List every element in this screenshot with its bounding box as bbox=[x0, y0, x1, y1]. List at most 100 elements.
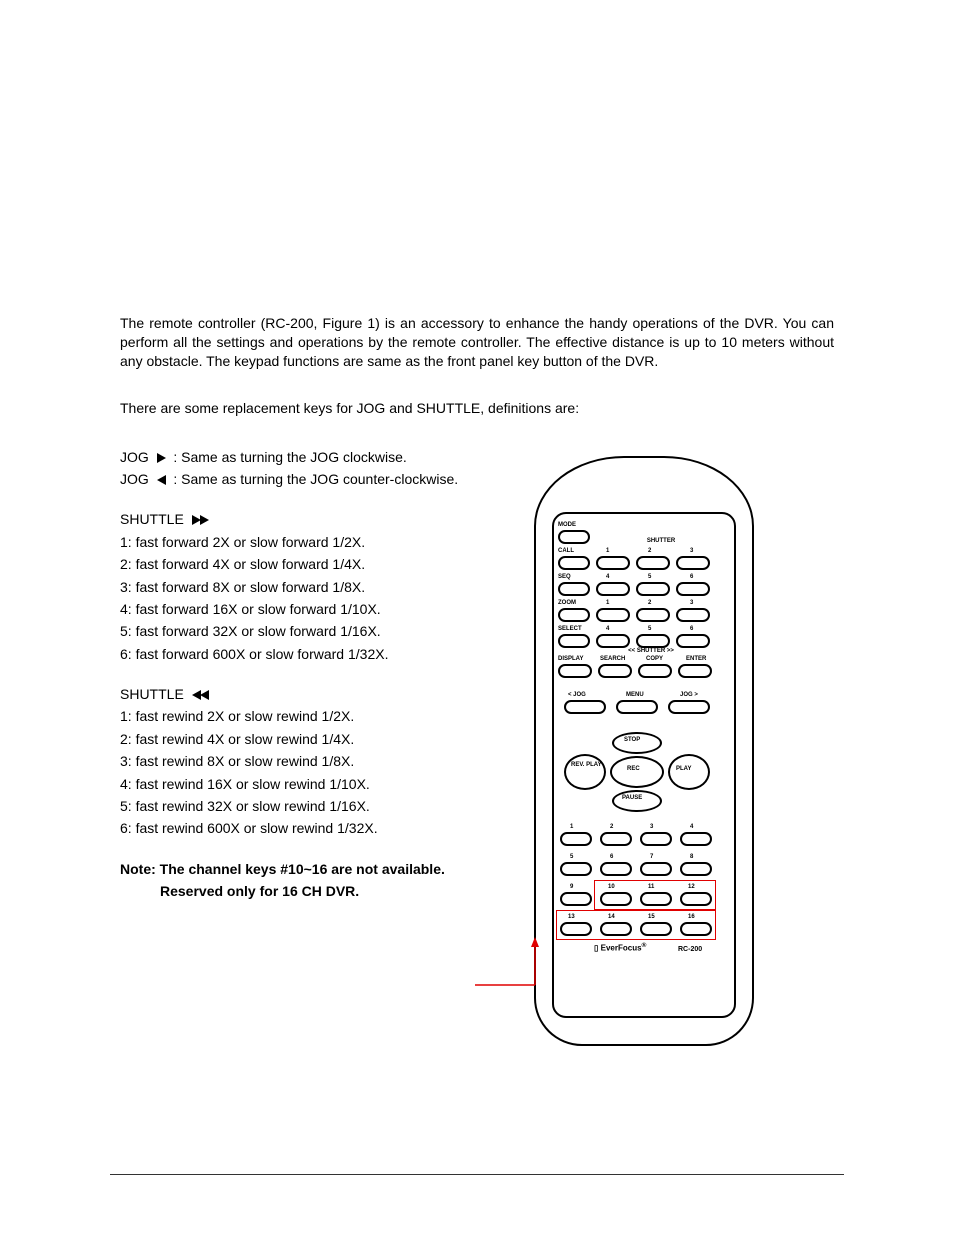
list-item: 3: fast rewind 8X or slow rewind 1/8X. bbox=[120, 750, 490, 772]
num-label: 6 bbox=[690, 574, 693, 580]
jog-cw-text: : Same as turning the JOG clockwise. bbox=[173, 449, 406, 465]
remote-button bbox=[636, 608, 670, 622]
definitions-column: JOG : Same as turning the JOG clockwise.… bbox=[120, 446, 490, 1046]
num-label: 4 bbox=[606, 626, 609, 632]
model-label: RC-200 bbox=[678, 946, 702, 953]
manual-page: The remote controller (RC-200, Figure 1)… bbox=[0, 0, 954, 1235]
label-jog-left: < JOG bbox=[568, 692, 586, 698]
remote-button bbox=[636, 634, 670, 648]
label-revplay: REV. PLAY bbox=[571, 762, 597, 768]
num-label: 3 bbox=[650, 824, 653, 830]
label-display: DISPLAY bbox=[558, 656, 583, 662]
label-shutter2: << SHUTTER >> bbox=[616, 648, 686, 654]
remote-button bbox=[678, 664, 712, 678]
note-line-1: Note: The channel keys #10~16 are not av… bbox=[120, 858, 490, 880]
jog-ccw-text: : Same as turning the JOG counter-clockw… bbox=[173, 471, 458, 487]
remote-button bbox=[636, 556, 670, 570]
list-item: 3: fast forward 8X or slow forward 1/8X. bbox=[120, 576, 490, 598]
remote-button bbox=[668, 700, 710, 714]
num-label: 6 bbox=[690, 626, 693, 632]
label-pause: PAUSE bbox=[622, 795, 642, 801]
label-call: CALL bbox=[558, 548, 574, 554]
list-item: 2: fast forward 4X or slow forward 1/4X. bbox=[120, 553, 490, 575]
remote-button bbox=[636, 582, 670, 596]
red-highlight-box bbox=[594, 880, 716, 910]
remote-button bbox=[560, 832, 592, 846]
num-label: 3 bbox=[690, 600, 693, 606]
num-label: 5 bbox=[570, 854, 573, 860]
num-label: 1 bbox=[606, 600, 609, 606]
list-item: 4: fast rewind 16X or slow rewind 1/10X. bbox=[120, 773, 490, 795]
jog-cw-line: JOG : Same as turning the JOG clockwise. bbox=[120, 446, 490, 468]
shuttle-ff-heading: SHUTTLE bbox=[120, 508, 490, 530]
remote-button bbox=[558, 664, 592, 678]
remote-button bbox=[596, 634, 630, 648]
num-label: 4 bbox=[606, 574, 609, 580]
remote-button bbox=[616, 700, 658, 714]
intro-paragraph: The remote controller (RC-200, Figure 1)… bbox=[120, 314, 834, 371]
list-item: 4: fast forward 16X or slow forward 1/10… bbox=[120, 598, 490, 620]
num-label: 3 bbox=[690, 548, 693, 554]
shuttle-label: SHUTTLE bbox=[120, 686, 184, 702]
replacement-paragraph: There are some replacement keys for JOG … bbox=[120, 399, 834, 418]
label-mode: MODE bbox=[558, 522, 576, 528]
label-jog-right: JOG > bbox=[680, 692, 698, 698]
remote-button bbox=[676, 582, 710, 596]
list-item: 5: fast rewind 32X or slow rewind 1/16X. bbox=[120, 795, 490, 817]
num-label: 6 bbox=[610, 854, 613, 860]
triangle-right-icon bbox=[157, 453, 166, 463]
remote-button bbox=[640, 832, 672, 846]
remote-button bbox=[676, 556, 710, 570]
note-line-2: Reserved only for 16 CH DVR. bbox=[120, 880, 490, 902]
remote-button bbox=[600, 862, 632, 876]
remote-button bbox=[680, 862, 712, 876]
remote-button bbox=[596, 608, 630, 622]
remote-button bbox=[564, 754, 606, 790]
label-search: SEARCH bbox=[600, 656, 625, 662]
list-item: 5: fast forward 32X or slow forward 1/16… bbox=[120, 620, 490, 642]
red-highlight-box bbox=[556, 910, 716, 940]
num-label: 7 bbox=[650, 854, 653, 860]
jog-ccw-line: JOG : Same as turning the JOG counter-cl… bbox=[120, 468, 490, 490]
label-play: PLAY bbox=[676, 766, 691, 772]
label-enter: ENTER bbox=[686, 656, 706, 662]
list-item: 2: fast rewind 4X or slow rewind 1/4X. bbox=[120, 728, 490, 750]
num-label: 5 bbox=[648, 626, 651, 632]
label-zoom: ZOOM bbox=[558, 600, 576, 606]
remote-button bbox=[612, 790, 662, 812]
list-item: 6: fast forward 600X or slow forward 1/3… bbox=[120, 643, 490, 665]
double-triangle-right-icon bbox=[192, 511, 208, 527]
num-label: 9 bbox=[570, 884, 573, 890]
remote-button bbox=[600, 832, 632, 846]
jog-label: JOG bbox=[120, 471, 149, 487]
content-columns: JOG : Same as turning the JOG clockwise.… bbox=[120, 446, 834, 1046]
remote-button bbox=[668, 754, 710, 790]
label-rec: REC bbox=[627, 766, 640, 772]
jog-label: JOG bbox=[120, 449, 149, 465]
list-item: 6: fast rewind 600X or slow rewind 1/32X… bbox=[120, 817, 490, 839]
num-label: 5 bbox=[648, 574, 651, 580]
shuttle-rr-heading: SHUTTLE bbox=[120, 683, 490, 705]
num-label: 2 bbox=[648, 600, 651, 606]
page-footer-rule bbox=[110, 1174, 844, 1175]
remote-button bbox=[612, 732, 662, 754]
shuttle-label: SHUTTLE bbox=[120, 511, 184, 527]
triangle-left-icon bbox=[157, 475, 166, 485]
label-shutter: SHUTTER bbox=[616, 538, 706, 544]
list-item: 1: fast rewind 2X or slow rewind 1/2X. bbox=[120, 705, 490, 727]
label-select: SELECT bbox=[558, 626, 582, 632]
remote-button bbox=[560, 862, 592, 876]
remote-button bbox=[558, 634, 590, 648]
num-label: 2 bbox=[648, 548, 651, 554]
remote-button bbox=[596, 556, 630, 570]
remote-button bbox=[558, 556, 590, 570]
remote-button bbox=[598, 664, 632, 678]
label-menu: MENU bbox=[626, 692, 644, 698]
remote-button bbox=[680, 832, 712, 846]
list-item: 1: fast forward 2X or slow forward 1/2X. bbox=[120, 531, 490, 553]
remote-button bbox=[558, 530, 590, 544]
label-stop: STOP bbox=[624, 737, 640, 743]
num-label: 2 bbox=[610, 824, 613, 830]
remote-button bbox=[560, 892, 592, 906]
num-label: 1 bbox=[606, 548, 609, 554]
